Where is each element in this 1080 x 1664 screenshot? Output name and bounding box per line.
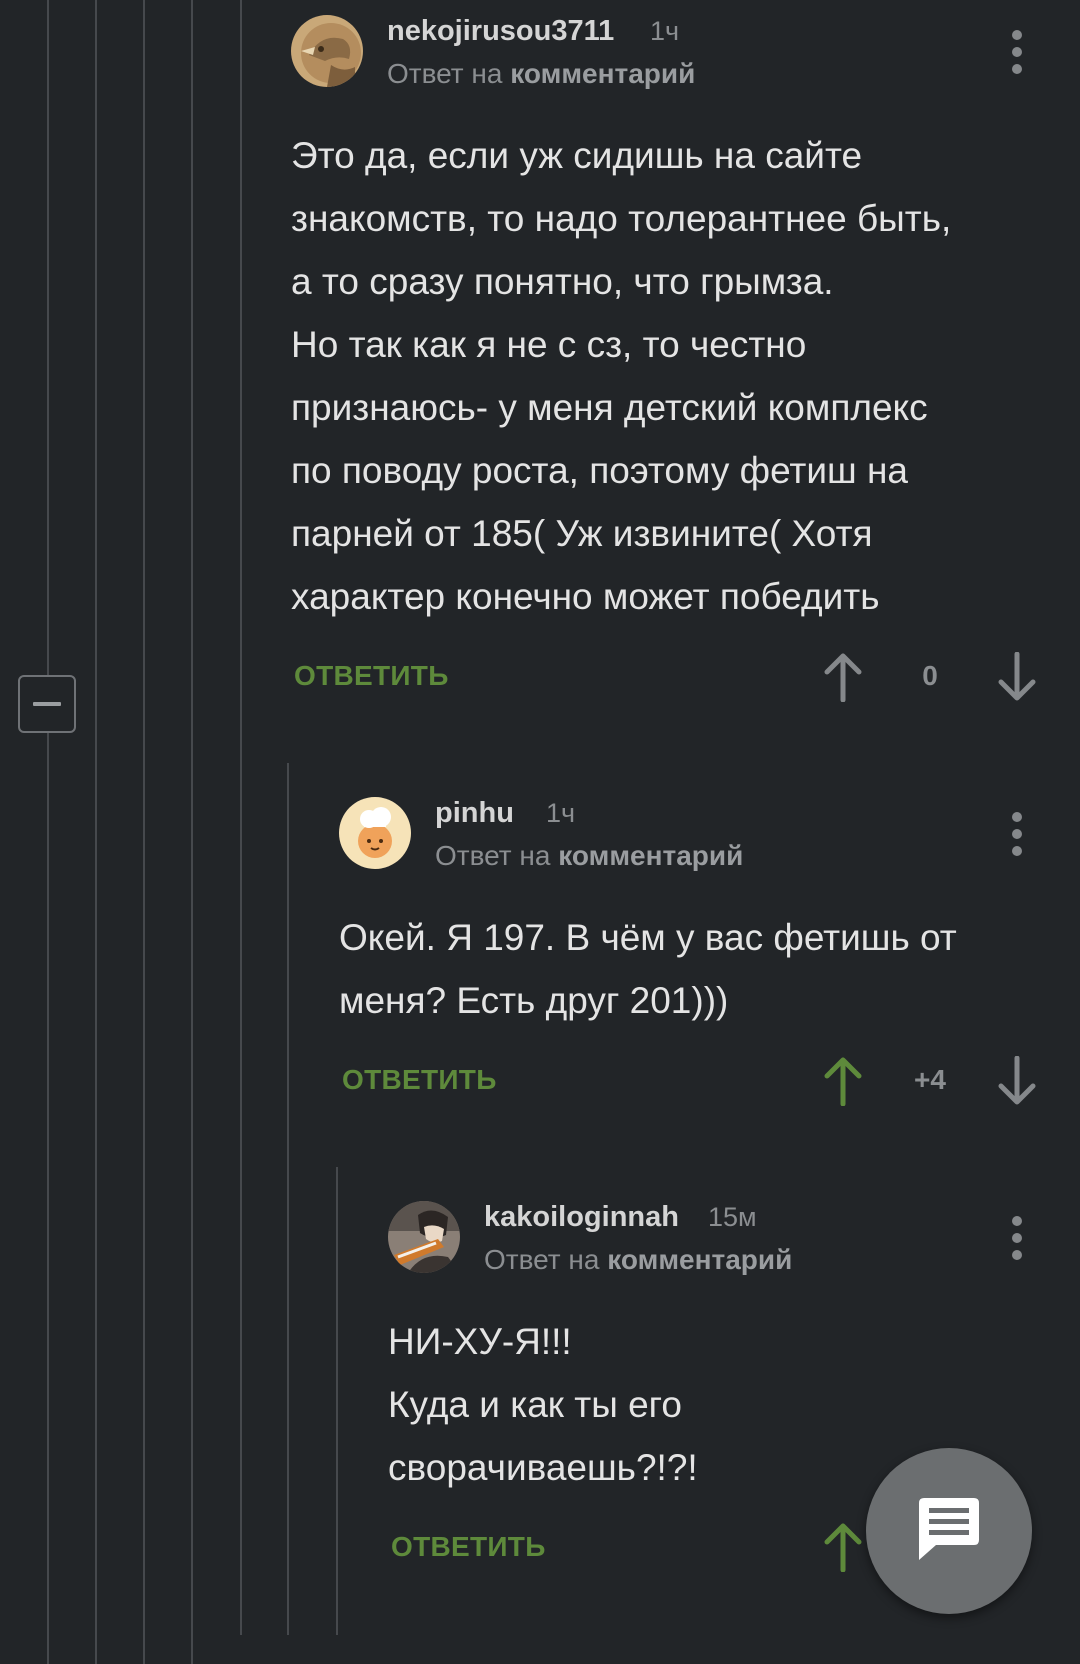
- collapse-thread-button[interactable]: [18, 675, 76, 733]
- thread-line-4: [191, 0, 193, 1664]
- arrow-up-icon[interactable]: [823, 652, 863, 703]
- chef-avatar-image: [339, 797, 411, 869]
- reply-target-link[interactable]: комментарий: [607, 1244, 792, 1275]
- thread-line-5: [240, 0, 242, 1635]
- arrow-up-icon[interactable]: [823, 1522, 863, 1573]
- thread-line-7: [336, 1167, 338, 1635]
- reply-target-link[interactable]: комментарий: [510, 58, 695, 89]
- avatar[interactable]: [291, 15, 363, 87]
- reply-prefix: Ответ на: [484, 1244, 600, 1275]
- comment-time: 15м: [708, 1202, 757, 1232]
- character-avatar-image: [388, 1201, 460, 1273]
- reply-button[interactable]: ОТВЕТИТЬ: [391, 1531, 546, 1563]
- comment-time: 1ч: [546, 798, 576, 828]
- eagle-avatar-image: [291, 15, 363, 87]
- thread-line-1: [47, 0, 49, 1664]
- arrow-down-icon[interactable]: [997, 651, 1037, 702]
- thread-line-6: [287, 763, 289, 1635]
- more-vertical-icon[interactable]: [1010, 1216, 1024, 1260]
- author-name[interactable]: pinhu: [435, 797, 514, 830]
- add-comment-fab-button[interactable]: [866, 1448, 1032, 1614]
- reply-target-link[interactable]: комментарий: [558, 840, 743, 871]
- avatar[interactable]: [339, 797, 411, 869]
- comment-body: Окей. Я 197. В чём у вас фетишь от меня?…: [339, 917, 957, 1021]
- reply-to-line: Ответ на комментарий: [435, 840, 743, 872]
- rating-value: 0: [922, 660, 938, 691]
- reply-prefix: Ответ на: [387, 58, 503, 89]
- thread-line-2: [95, 0, 97, 1664]
- author-name[interactable]: nekojirusou3711: [387, 15, 614, 48]
- author-name[interactable]: kakoiloginnah: [484, 1201, 679, 1234]
- avatar[interactable]: [388, 1201, 460, 1273]
- arrow-down-icon[interactable]: [997, 1055, 1037, 1106]
- comment-body: Это да, если уж сидишь на сайте знакомст…: [291, 135, 952, 617]
- reply-button[interactable]: ОТВЕТИТЬ: [342, 1064, 497, 1096]
- reply-to-line: Ответ на комментарий: [484, 1244, 792, 1276]
- reply-button[interactable]: ОТВЕТИТЬ: [294, 660, 449, 692]
- more-vertical-icon[interactable]: [1010, 812, 1024, 856]
- comment-time: 1ч: [650, 16, 680, 46]
- thread-line-3: [143, 0, 145, 1664]
- reply-prefix: Ответ на: [435, 840, 551, 871]
- comment-icon: [919, 1498, 979, 1560]
- arrow-up-icon[interactable]: [823, 1056, 863, 1107]
- more-vertical-icon[interactable]: [1010, 30, 1024, 74]
- reply-to-line: Ответ на комментарий: [387, 58, 695, 90]
- rating-value: +4: [914, 1064, 946, 1095]
